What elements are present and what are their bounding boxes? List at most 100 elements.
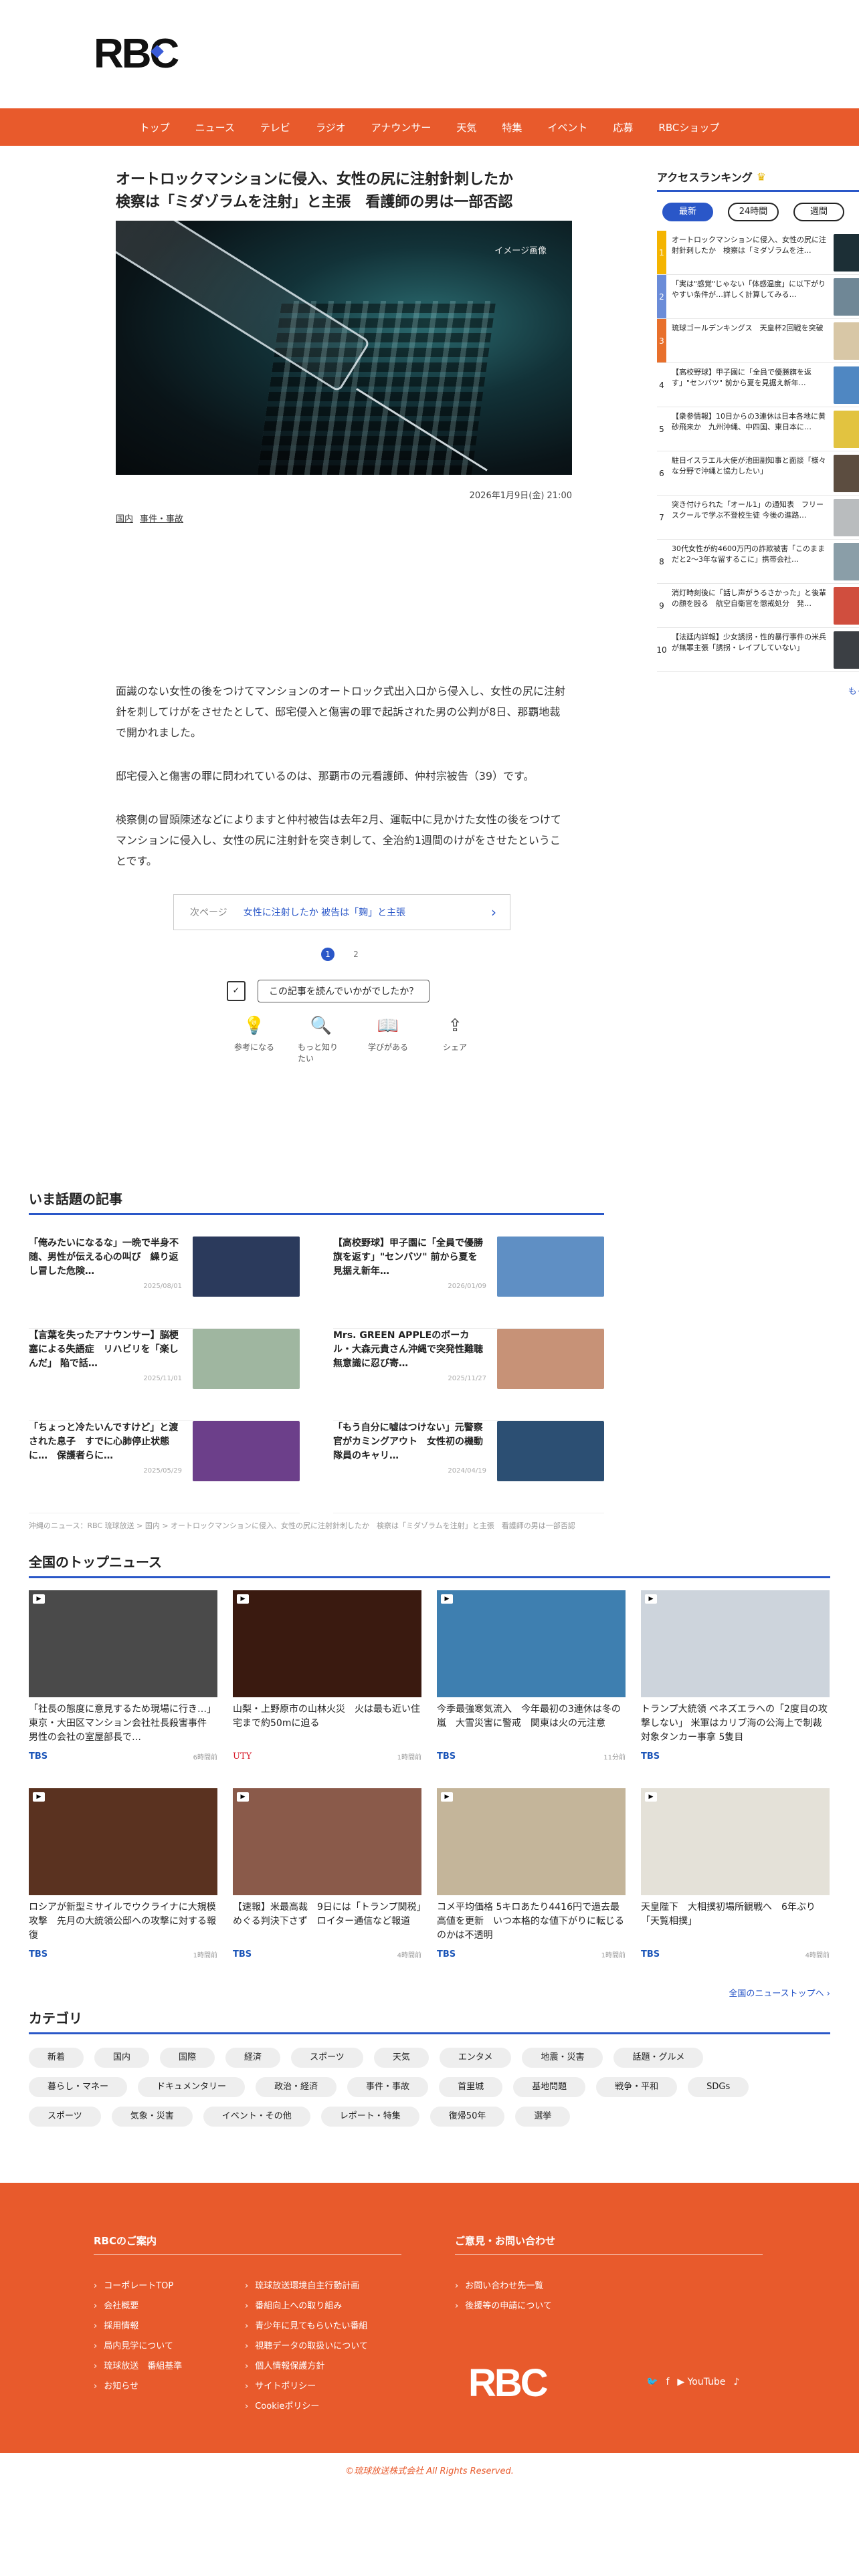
footer-logo[interactable]: RBC (468, 2361, 549, 2405)
category-chip[interactable]: 事件・事故 (347, 2077, 429, 2097)
ranking-item[interactable]: 9 消灯時刻後に「話し声がうるさかった」と後輩の顔を殴る 航空自衛官を懲戒処分 発… (657, 584, 859, 628)
topnews-card[interactable]: ▶ 山梨・上野原市の山林火災 火は最も近い住宅まで約50mに迫る UTY 1時間前 (233, 1590, 421, 1761)
ranking-item[interactable]: 6 駐日イスラエル大使が池田副知事と面談「様々な分野で沖縄と協力したい」 (657, 451, 859, 496)
next-page-button[interactable]: 次ページ 女性に注射したか 被告は「麹」と主張 › (173, 894, 510, 930)
nav-item[interactable]: アナウンサー (359, 120, 444, 134)
category-chip[interactable]: 戦争・平和 (596, 2077, 678, 2097)
nav-item[interactable]: 応募 (600, 120, 646, 134)
nav-item[interactable]: テレビ (248, 120, 303, 134)
tab-24h[interactable]: 24時間 (728, 203, 779, 221)
ranking-item[interactable]: 1 オートロックマンションに侵入、女性の尻に注射針刺したか 検察は「ミダゾラムを注… (657, 231, 859, 275)
category-chip[interactable]: ドキュメンタリー (138, 2077, 246, 2097)
topnews-more-link[interactable]: 全国のニューストップへ › (29, 1986, 830, 1999)
facebook-icon[interactable]: f (666, 2377, 669, 2387)
popular-article[interactable]: 【言葉を失ったアナウンサー】脳梗塞による失語症 リハビリを「楽しんだ」 陥で話…… (29, 1329, 300, 1421)
footer-link[interactable]: 個人情報保護方針 (245, 2357, 368, 2377)
footer-link[interactable]: 後援等の申請について (455, 2296, 552, 2317)
footer-link[interactable]: コーポレートTOP (94, 2276, 182, 2296)
category-chip[interactable]: 復帰50年 (430, 2107, 505, 2127)
footer-link[interactable]: 番組向上への取り組み (245, 2296, 368, 2317)
category-chip[interactable]: 暮らし・マネー (29, 2077, 128, 2097)
ranking-more-link[interactable]: もっと見る › (657, 684, 859, 697)
page-2-button[interactable]: 2 (349, 948, 363, 961)
category-chip[interactable]: 話題・グルメ (613, 2048, 704, 2068)
topnews-card[interactable]: ▶ ロシアが新型ミサイルでウクライナに大規模攻撃 先月の大統領公邸への攻撃に対する… (29, 1788, 217, 1959)
category-chip[interactable]: エンタメ (439, 2048, 512, 2068)
category-chip[interactable]: 基地問題 (513, 2077, 586, 2097)
footer-link[interactable]: サイトポリシー (245, 2377, 368, 2397)
popular-article[interactable]: 【高校野球】甲子園に「全員で優勝旗を返す」"センバツ" 前から夏を見据え新年… 2… (333, 1237, 604, 1329)
youtube-icon[interactable]: ▶ YouTube (677, 2377, 725, 2387)
footer-link[interactable]: お問い合わせ先一覧 (455, 2276, 552, 2296)
nav-item[interactable]: ラジオ (303, 120, 359, 134)
footer-link[interactable]: 局内見学について (94, 2337, 182, 2357)
national-top-news: 全国のトップニュース ▶ 「社長の態度に意見するため現場に行き…」東京・大田区マン… (29, 1551, 830, 1999)
category-chip[interactable]: 選挙 (515, 2107, 571, 2127)
twitter-icon[interactable]: 🐦 (646, 2377, 658, 2387)
category-chip[interactable]: SDGs (688, 2077, 749, 2097)
reaction-button[interactable]: ⇪ シェア (432, 1016, 478, 1064)
ranking-item[interactable]: 8 30代女性が約4600万円の詐欺被害「このままだと2〜3年な留するこに」携帯会… (657, 540, 859, 584)
ranking-item[interactable]: 10 【法廷内詳報】少女誘拐・性的暴行事件の米兵が無罪主張「誘拐・レイプしていない… (656, 628, 859, 672)
footer-link[interactable]: Cookieポリシー (245, 2397, 368, 2417)
popular-article[interactable]: 「もう自分に嘘はつけない」元警察官がカミングアウト 女性初の機動隊員のキャリ… 2… (333, 1421, 604, 1513)
footer-link[interactable]: 琉球放送 番組基準 (94, 2357, 182, 2377)
nav-item[interactable]: トップ (127, 120, 183, 134)
topnews-card[interactable]: ▶ 天皇陛下 大相撲初場所観戦へ 6年ぶり「天覧相撲」 TBS 4時間前 (641, 1788, 830, 1959)
topnews-card[interactable]: ▶ トランプ大統領 ベネズエラへの「2度目の攻撃しない」 米軍はカリブ海の公海上で… (641, 1590, 830, 1761)
footer-link[interactable]: 会社概要 (94, 2296, 182, 2317)
rbc-logo[interactable]: RBC (94, 32, 179, 76)
nav-item[interactable]: ニュース (183, 120, 248, 134)
reaction-button[interactable]: 🔍 もっと知りたい (298, 1016, 345, 1064)
play-icon: ▶ (237, 1792, 249, 1802)
footer-link[interactable]: 青少年に見てもらいたい番組 (245, 2317, 368, 2337)
category-chip[interactable]: 首里城 (439, 2077, 503, 2097)
categories-heading: カテゴリ (29, 2008, 830, 2034)
category-chip[interactable]: 地震・災害 (522, 2048, 603, 2068)
tag-link[interactable]: 国内 (116, 512, 133, 524)
footer-link[interactable]: 採用情報 (94, 2317, 182, 2337)
category-chip[interactable]: レポート・特集 (320, 2107, 419, 2127)
footer-link[interactable]: お知らせ (94, 2377, 182, 2397)
rank-thumbnail (834, 455, 859, 492)
rank-number: 5 (659, 424, 664, 434)
rank-thumbnail (834, 587, 859, 625)
topnews-card[interactable]: ▶ 【速報】米最高裁 9日には「トランプ関税」めぐる判決下さず ロイター通信など報… (233, 1788, 421, 1959)
topnews-thumbnail: ▶ (233, 1788, 421, 1895)
ranking-item[interactable]: 5 【衆参情報】10日からの3連休は日本各地に黄砂飛来か 九州沖縄、中四国、東日本… (657, 407, 859, 451)
reaction-button[interactable]: 💡 参考になる (231, 1016, 278, 1064)
category-chip[interactable]: 気象・災害 (111, 2107, 193, 2127)
page-1-button[interactable]: 1 (321, 948, 335, 961)
category-chip[interactable]: 国内 (94, 2048, 150, 2068)
reaction-button[interactable]: 📖 学びがある (365, 1016, 411, 1064)
category-chip[interactable]: イベント・その他 (203, 2107, 310, 2127)
tiktok-icon[interactable]: ♪ (734, 2377, 740, 2387)
footer-link[interactable]: 視聴データの取扱いについて (245, 2337, 368, 2357)
ranking-item[interactable]: 7 突き付けられた「オール1」の通知表 フリースクールで学ぶ不登校生徒 今後の進路… (657, 496, 859, 540)
ranking-item[interactable]: 4 【高校野球】甲子園に「全員で優勝旗を返す」"センバツ" 前から夏を見据え新年… (657, 363, 859, 407)
breadcrumb[interactable]: 沖縄のニュース：RBC 琉球放送 > 国内 > オートロックマンションに侵入、女… (29, 1520, 611, 1531)
category-chip[interactable]: 新着 (29, 2048, 84, 2068)
tab-weekly[interactable]: 週間 (793, 203, 844, 221)
popular-article[interactable]: 「ちょっと冷たいんですけど」と渡された息子 すでに心肺停止状態に… 保護者らに…… (29, 1421, 300, 1513)
category-chip[interactable]: 国際 (160, 2048, 215, 2068)
category-chip[interactable]: 経済 (225, 2048, 281, 2068)
popular-article[interactable]: Mrs. GREEN APPLEのボーカル・大森元貴さん沖縄で突発性難聴 無意識… (333, 1329, 604, 1421)
topnews-card[interactable]: ▶ 「社長の態度に意見するため現場に行き…」東京・大田区マンション会社社長殺害事件… (29, 1590, 217, 1761)
nav-item[interactable]: イベント (535, 120, 600, 134)
category-chip[interactable]: 政治・経済 (256, 2077, 337, 2097)
tab-latest[interactable]: 最新 (662, 203, 713, 221)
topnews-card[interactable]: ▶ 今季最強寒気流入 今年最初の3連休は冬の嵐 大雪災害に警戒 関東は火の元注意 T… (437, 1590, 626, 1761)
category-chip[interactable]: スポーツ (29, 2107, 101, 2127)
category-chip[interactable]: スポーツ (291, 2048, 363, 2068)
nav-item[interactable]: RBCショップ (646, 120, 732, 134)
tag-link[interactable]: 事件・事故 (140, 512, 183, 524)
ranking-item[interactable]: 3 琉球ゴールデンキングス 天皇杯2回戦を突破 (657, 319, 859, 363)
footer-link[interactable]: 琉球放送環境自主行動計画 (245, 2276, 368, 2296)
popular-article[interactable]: 「俺みたいになるな」一晩で半身不随、男性が伝える心の叫び 繰り返し冒した危険… 2… (29, 1237, 300, 1329)
topnews-card[interactable]: ▶ コメ平均価格 5キロあたり4416円で過去最高値を更新 いつ本格的な値下がりに… (437, 1788, 626, 1959)
category-chip[interactable]: 天気 (373, 2048, 429, 2068)
nav-item[interactable]: 天気 (444, 120, 489, 134)
ranking-item[interactable]: 2 「実は"感覚"じゃない「体感温度」に以下がりやすい条件が…詳しく計算してみる… (657, 275, 859, 319)
nav-item[interactable]: 特集 (489, 120, 535, 134)
